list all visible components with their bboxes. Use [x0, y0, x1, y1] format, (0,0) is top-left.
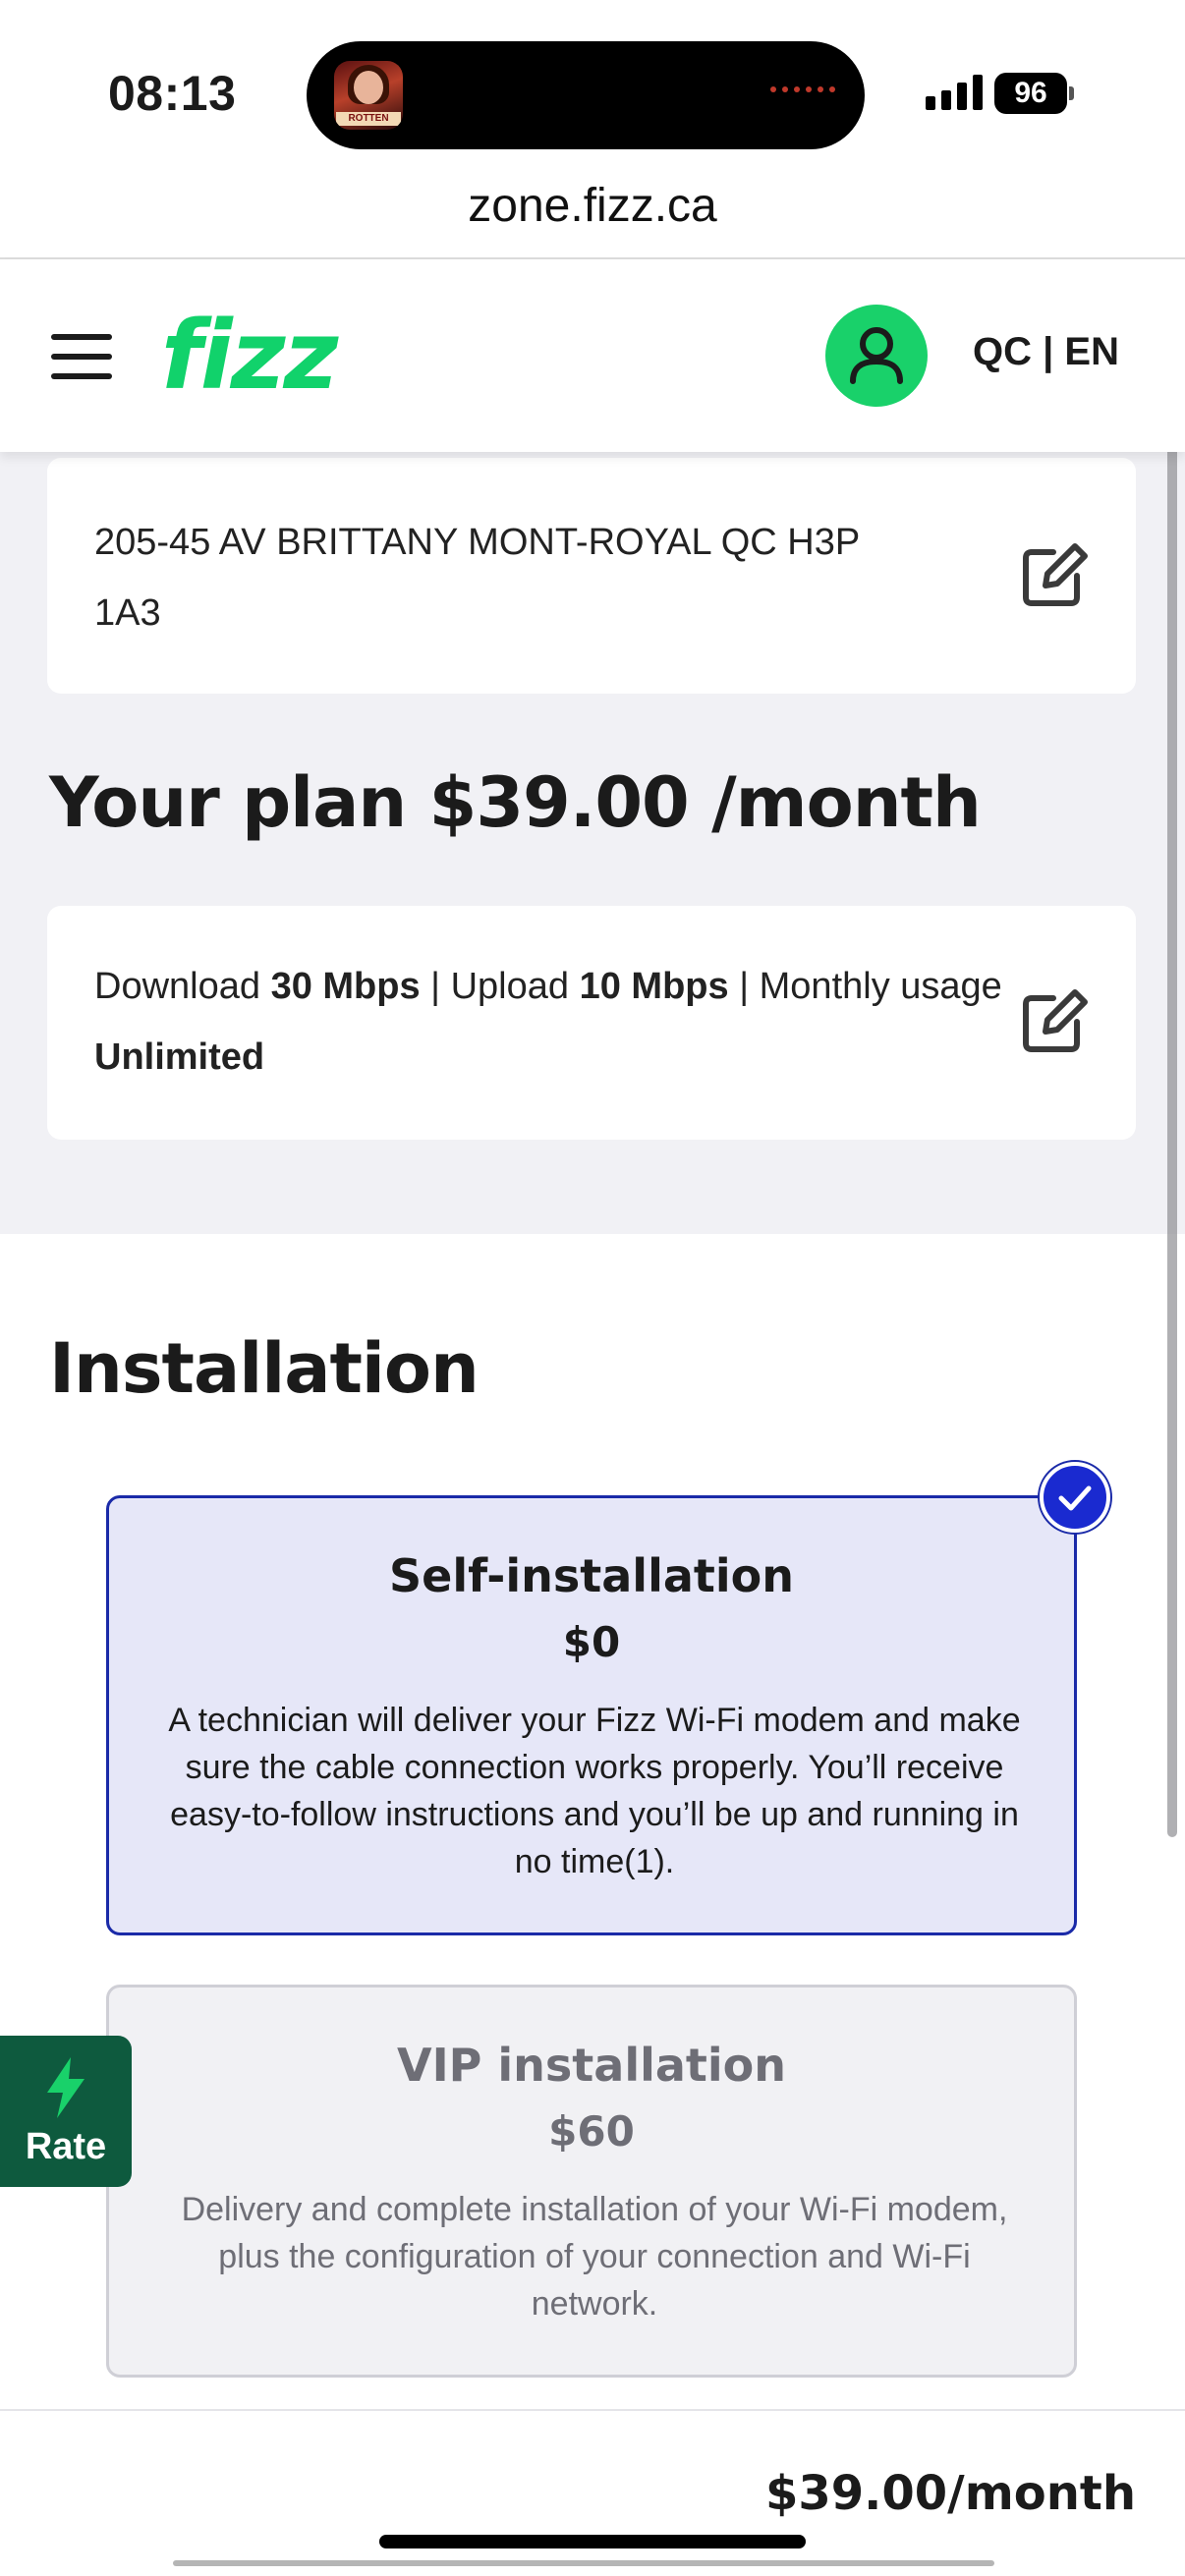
home-indicator[interactable]: [379, 2535, 806, 2548]
user-icon: [850, 327, 903, 384]
separator: |: [728, 966, 760, 1007]
usage-label: Monthly usage: [759, 966, 1002, 1007]
edit-plan-icon[interactable]: [1020, 986, 1089, 1055]
vip-installation-option[interactable]: VIP installation $60 Delivery and comple…: [106, 1985, 1077, 2378]
status-bar: 08:13 ROTTEN 96: [0, 0, 1185, 187]
download-label: Download: [94, 966, 260, 1007]
site-header: fizz QC | EN: [0, 259, 1185, 452]
dynamic-island[interactable]: ROTTEN: [307, 41, 865, 149]
plan-details: Download 30 Mbps | Upload 10 Mbps | Mont…: [94, 951, 1018, 1092]
option-description: A technician will deliver your Fizz Wi-F…: [168, 1702, 1021, 1880]
usage-value: Unlimited: [94, 1036, 265, 1078]
battery-tip: [1069, 86, 1074, 100]
plan-title: Your plan $39.00 /month: [49, 762, 982, 843]
footer-divider: [173, 2560, 994, 2566]
selected-check-icon: [1040, 1462, 1110, 1533]
order-total-footer: $39.00/month: [0, 2409, 1185, 2576]
order-total: $39.00/month: [764, 2466, 1136, 2521]
upload-value: 10 Mbps: [579, 966, 729, 1007]
status-time: 08:13: [108, 66, 237, 121]
option-name: VIP installation: [396, 2039, 787, 2092]
now-playing-thumbnail: ROTTEN: [334, 61, 403, 130]
fizz-logo[interactable]: fizz: [161, 308, 338, 403]
language-selector[interactable]: QC | EN: [973, 330, 1119, 374]
rate-button[interactable]: Rate: [0, 2036, 132, 2187]
address-line-1: 205-45 AV BRITTANY MONT-ROYAL QC H3P: [94, 522, 861, 563]
option-description: Delivery and complete installation of yo…: [181, 2191, 1008, 2323]
download-value: 30 Mbps: [270, 966, 421, 1007]
self-installation-option[interactable]: Self-installation $0 A technician will d…: [106, 1495, 1077, 1935]
page-scrollbar[interactable]: [1167, 330, 1177, 1837]
battery-icon: 96: [994, 73, 1067, 114]
upload-label: Upload: [450, 966, 570, 1007]
separator: |: [420, 966, 451, 1007]
option-price: $60: [548, 2107, 635, 2156]
audio-waveform-icon: [770, 86, 835, 92]
cellular-signal-icon: [926, 75, 983, 110]
rate-label: Rate: [25, 2126, 107, 2167]
lightning-bolt-icon: [47, 2057, 85, 2118]
address-bar-url[interactable]: zone.fizz.ca: [0, 179, 1185, 233]
menu-icon[interactable]: [51, 334, 112, 379]
option-price: $0: [562, 1618, 621, 1666]
option-name: Self-installation: [388, 1549, 794, 1602]
plan-details-card: Download 30 Mbps | Upload 10 Mbps | Mont…: [47, 906, 1136, 1140]
account-button[interactable]: [825, 305, 928, 407]
service-address: 205-45 AV BRITTANY MONT-ROYAL QC H3P 1A3: [94, 507, 979, 648]
address-line-2: 1A3: [94, 592, 161, 634]
edit-address-icon[interactable]: [1020, 540, 1089, 609]
now-playing-thumb-label: ROTTEN: [336, 112, 401, 126]
address-card: 205-45 AV BRITTANY MONT-ROYAL QC H3P 1A3: [47, 458, 1136, 694]
installation-title: Installation: [49, 1328, 480, 1409]
